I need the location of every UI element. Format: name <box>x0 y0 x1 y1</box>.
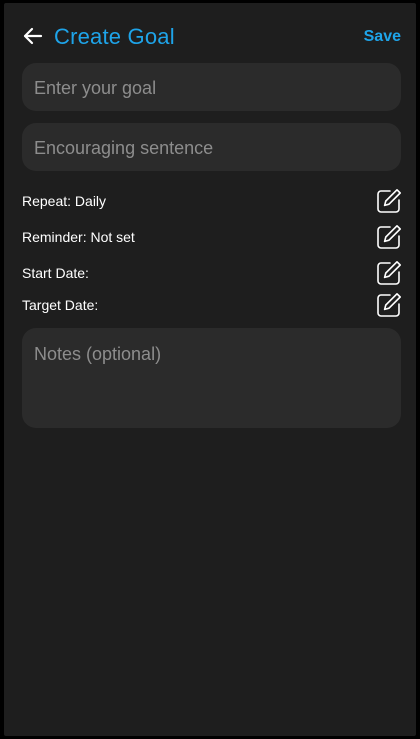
page-title: Create Goal <box>54 24 175 49</box>
edit-target-date-button[interactable] <box>376 292 402 318</box>
edit-start-date-button[interactable] <box>376 260 402 286</box>
edit-repeat-button[interactable] <box>376 188 402 214</box>
repeat-row: Repeat: Daily <box>22 186 404 216</box>
edit-icon <box>377 293 401 317</box>
encouraging-sentence-placeholder: Encouraging sentence <box>34 138 214 158</box>
goal-input-placeholder: Enter your goal <box>34 78 157 98</box>
edit-reminder-button[interactable] <box>376 224 402 250</box>
repeat-label: Repeat: Daily <box>22 193 107 209</box>
edit-icon <box>377 189 401 213</box>
edit-icon <box>377 261 401 285</box>
create-goal-screen: Create Goal Save Enter your goal Encoura… <box>4 3 416 736</box>
target-date-row: Target Date: <box>22 290 404 320</box>
notes-input-placeholder: Notes (optional) <box>34 344 162 364</box>
goal-input[interactable]: Enter your goal <box>22 63 401 111</box>
arrow-left-icon <box>23 27 43 45</box>
save-button[interactable]: Save <box>364 28 401 46</box>
back-button[interactable] <box>20 23 46 49</box>
start-date-label: Start Date: <box>22 265 89 281</box>
encouraging-sentence-input[interactable]: Encouraging sentence <box>22 123 401 171</box>
reminder-row: Reminder: Not set <box>22 222 404 252</box>
start-date-row: Start Date: <box>22 258 404 288</box>
edit-icon <box>377 225 401 249</box>
notes-input[interactable]: Notes (optional) <box>22 328 401 428</box>
app-header: Create Goal Save <box>4 3 416 61</box>
reminder-label: Reminder: Not set <box>22 229 135 245</box>
target-date-label: Target Date: <box>22 297 99 313</box>
